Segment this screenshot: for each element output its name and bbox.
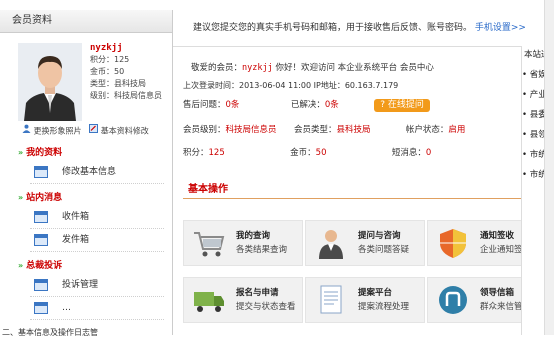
points-value: 125 [208, 148, 225, 158]
sidebar-item-inbox[interactable]: 收件箱 [30, 206, 164, 229]
shield-icon [436, 227, 470, 259]
change-photo-link[interactable]: 更换形象照片 [34, 127, 82, 136]
edit-info-link[interactable]: 基本资料修改 [101, 127, 149, 136]
avatar [18, 43, 82, 121]
main-content: 建议您提交您的真实手机号码和邮箱，用于接收售后反馈、账号密码。 手机设置>> 敬… [173, 10, 554, 335]
divider [183, 198, 541, 199]
document-icon [34, 166, 48, 178]
double-arrow-icon: » [18, 261, 24, 270]
document-icon [314, 284, 348, 316]
mailbox-icon [436, 284, 470, 316]
stats-row-1: 售后问题：0条 已解决：0条 ? 在线提问 [183, 98, 430, 112]
profile-level: 级别：科技局信息员 [90, 91, 162, 100]
gold-value: 50 [315, 148, 327, 158]
section-complaints[interactable]: » 总裁投诉 [0, 258, 172, 274]
tile-registration[interactable]: 报名与申请 提交与状态查看 [183, 277, 303, 323]
document-icon [34, 279, 48, 291]
profile-points: 积分：125 [90, 55, 130, 64]
notice-bar: 建议您提交您的真实手机号码和邮箱，用于接收售后反馈、账号密码。 手机设置>> [173, 10, 533, 47]
consult-people-icon [314, 227, 348, 259]
member-type: 县科技局 [336, 125, 371, 135]
sms-count[interactable]: 0 [426, 148, 431, 158]
online-question-button[interactable]: ? 在线提问 [374, 99, 430, 112]
phone-settings-link[interactable]: 手机设置>> [475, 23, 526, 33]
stats-row-3: 积分：125 金币：50 短消息：0 [183, 148, 432, 158]
top-bar [0, 0, 554, 10]
profile-gold: 金币：50 [90, 67, 125, 76]
profile-info: nyzkjj 积分：125 金币：50 类型：县科技局 级别：科技局信息员 [90, 42, 162, 102]
sidebar-item-more[interactable]: … [30, 297, 164, 320]
tile-questions[interactable]: 提问与咨询 各类问题答疑 [305, 220, 425, 266]
sidebar: 会员资料 nyzkjj 积分：125 金币：50 类型：县科技局 级别：科技局信… [0, 10, 173, 335]
after-sale-count[interactable]: 0条 [226, 100, 240, 110]
sidebar-item-complaint-management[interactable]: 投诉管理 [30, 274, 164, 297]
stats-row-2: 会员级别：科技局信息员 会员类型：县科技局 帐户状态：启用 [183, 125, 466, 135]
document-icon [34, 234, 48, 246]
sidebar-item-outbox[interactable]: 发件箱 [30, 229, 164, 252]
member-level: 科技局信息员 [225, 125, 277, 135]
user-icon [22, 123, 31, 139]
profile-card: nyzkjj 积分：125 金币：50 类型：县科技局 级别：科技局信息员 [0, 33, 172, 123]
section-messages[interactable]: » 站内消息 [0, 190, 172, 206]
welcome-line: 敬爱的会员：nyzkjj 你好！欢迎访问 本企业系统平台 会员中心 [191, 63, 434, 73]
account-status: 启用 [448, 125, 466, 135]
document-icon [34, 211, 48, 223]
resolved-count[interactable]: 0条 [325, 100, 339, 110]
edit-icon [89, 123, 99, 139]
double-arrow-icon: » [18, 193, 24, 202]
truck-icon [192, 284, 226, 316]
last-login: 上次登录时间：2013-06-04 11:00 IP地址：60.163.7.17… [183, 81, 399, 90]
tile-proposal-platform[interactable]: 提案平台 提案流程处理 [305, 277, 425, 323]
profile-username: nyzkjj [90, 43, 123, 53]
profile-type: 类型：县科技局 [90, 79, 146, 88]
notice-text: 建议您提交您的真实手机号码和邮箱，用于接收售后反馈、账号密码。 [193, 23, 473, 33]
sidebar-header: 会员资料 [0, 10, 172, 33]
document-icon [34, 302, 48, 314]
basic-operations-title: 基本操作 [188, 184, 228, 195]
tile-my-queries[interactable]: 我的查询 各类结果查询 [183, 220, 303, 266]
double-arrow-icon: » [18, 148, 24, 157]
question-icon: ? [380, 100, 385, 110]
shopping-cart-icon [192, 227, 226, 259]
caption: 二、基本信息及操作日志管 [2, 328, 98, 337]
sidebar-item-edit-basic-info[interactable]: 修改基本信息 [30, 161, 164, 184]
profile-links: 更换形象照片 基本资料修改 [0, 123, 172, 139]
section-my-profile[interactable]: » 我的资料 [0, 145, 172, 161]
welcome-username: nyzkjj [242, 63, 273, 73]
scrollbar[interactable] [544, 0, 554, 335]
